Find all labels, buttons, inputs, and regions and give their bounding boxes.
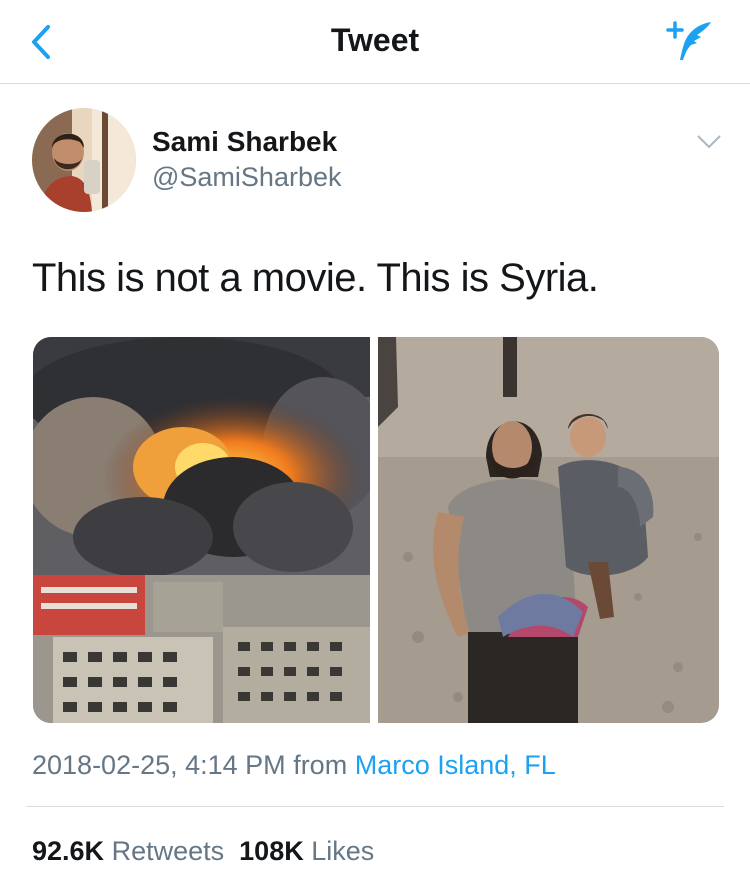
compose-tweet-icon[interactable] xyxy=(664,18,714,64)
author-name[interactable]: Sami Sharbek xyxy=(152,126,337,158)
avatar[interactable] xyxy=(32,108,136,212)
chevron-down-icon[interactable] xyxy=(696,132,722,152)
location-link[interactable]: Marco Island, FL xyxy=(355,750,556,780)
tweet-timestamp: 2018-02-25, 4:14 PM xyxy=(32,750,286,780)
retweets-count: 92.6K xyxy=(32,836,105,866)
likes-count: 108K xyxy=(239,836,304,866)
page-title: Tweet xyxy=(330,22,420,58)
retweets-stat[interactable]: 92.6K Retweets xyxy=(32,836,224,866)
tweet-author: Sami Sharbek @SamiSharbek xyxy=(32,108,722,212)
author-handle[interactable]: @SamiSharbek xyxy=(152,162,342,193)
from-label: from xyxy=(293,750,348,780)
likes-stat[interactable]: 108K Likes xyxy=(239,836,374,866)
tweet-text: This is not a movie. This is Syria. xyxy=(32,256,599,300)
tweet-stats: 92.6K Retweets 108K Likes xyxy=(32,836,374,867)
tweet-meta: 2018-02-25, 4:14 PM from Marco Island, F… xyxy=(32,750,556,781)
tweet-media xyxy=(33,337,719,723)
divider xyxy=(26,806,724,807)
retweets-label: Retweets xyxy=(111,836,225,866)
likes-label: Likes xyxy=(311,836,375,866)
man-carrying-child-photo[interactable] xyxy=(378,337,719,723)
navigation-bar: Tweet xyxy=(0,0,750,84)
explosion-photo[interactable] xyxy=(33,337,370,723)
